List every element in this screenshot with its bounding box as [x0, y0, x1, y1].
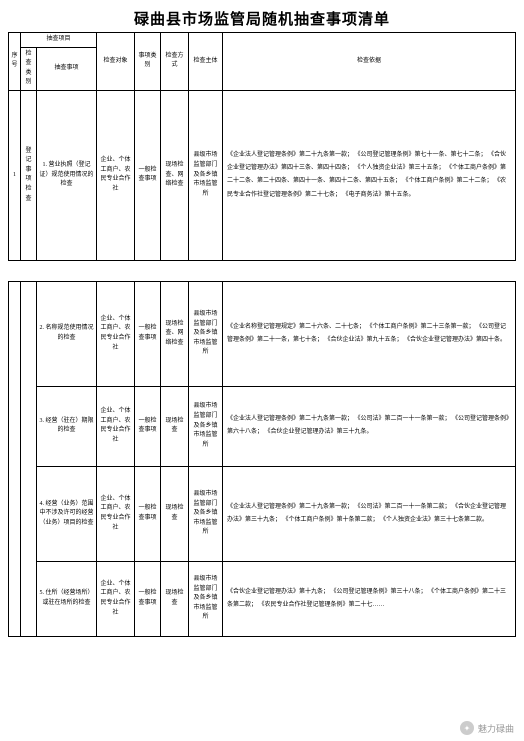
table-row: 2. 名称规范使用情况的检查 企业、个体工商户、农民专业合作社 一般检查事项 现…	[9, 281, 516, 386]
cell-type: 一般检查事项	[135, 466, 161, 561]
cell-type: 一般检查事项	[135, 561, 161, 636]
cell-item: 3. 经营（驻在）期限的检查	[37, 386, 97, 466]
cell-type: 一般检查事项	[135, 90, 161, 260]
cell-method: 现场检查	[161, 466, 189, 561]
header-type: 事项类别	[135, 33, 161, 91]
header-object: 检查对象	[97, 33, 135, 91]
cell-subject: 县级市场监管部门及各乡镇市场监管所	[189, 466, 223, 561]
cell-subject: 县级市场监管部门及各乡镇市场监管所	[189, 386, 223, 466]
cell-method: 现场检查、网络检查	[161, 281, 189, 386]
cell-method: 现场检查	[161, 561, 189, 636]
footer-text: 魅力碌曲	[478, 722, 514, 735]
table-row: 4. 经营（业务）范围中不涉及许可的经营（业务）项目的检查 企业、个体工商户、农…	[9, 466, 516, 561]
cell-basis: 《企业名称登记管理规定》第二十六条、二十七条； 《个体工商户条例》第二十三条第一…	[223, 281, 516, 386]
cell-object: 企业、个体工商户、农民专业合作社	[97, 561, 135, 636]
cell-basis: 《合伙企业登记管理办法》第十九条； 《公司登记管理条例》第三十八条； 《个体工商…	[223, 561, 516, 636]
footer-source: ✦ 魅力碌曲	[460, 721, 514, 735]
header-category: 检 查 类 别	[21, 47, 37, 90]
cell-subject: 县级市场监管部门及各乡镇市场监管所	[189, 281, 223, 386]
cell-subject: 县级市场监管部门及各乡镇市场监管所	[189, 561, 223, 636]
cell-basis: 《企业法人登记管理条例》第二十九条第一款； 《公司法》第二百一十一条第一款； 《…	[223, 386, 516, 466]
wechat-icon: ✦	[460, 721, 474, 735]
inspection-table-2: 2. 名称规范使用情况的检查 企业、个体工商户、农民专业合作社 一般检查事项 现…	[8, 281, 516, 637]
page-gap	[8, 261, 516, 281]
header-seq: 序号	[9, 33, 21, 91]
cell-seq	[9, 281, 21, 636]
document-body: 序号 抽查项目 检查对象 事项类别 检查方式 检查主体 检查依据 检 查 类 别…	[0, 32, 524, 637]
cell-method: 现场检查	[161, 386, 189, 466]
cell-object: 企业、个体工商户、农民专业合作社	[97, 90, 135, 260]
cell-item: 1. 营业执照（登记证）规范使用情况的检查	[37, 90, 97, 260]
cell-object: 企业、个体工商户、农民专业合作社	[97, 386, 135, 466]
cell-basis: 《企业法人登记管理条例》第二十九条第一款； 《公司法》第二百一十一条第二款； 《…	[223, 466, 516, 561]
cell-basis: 《企业法人登记管理条例》第二十九条第一款； 《公司登记管理条例》第七十一条、第七…	[223, 90, 516, 260]
table-row: 1 登记事项检查 1. 营业执照（登记证）规范使用情况的检查 企业、个体工商户、…	[9, 90, 516, 260]
table-row: 3. 经营（驻在）期限的检查 企业、个体工商户、农民专业合作社 一般检查事项 现…	[9, 386, 516, 466]
header-project-group: 抽查项目	[21, 33, 97, 48]
cell-category: 登记事项检查	[21, 90, 37, 260]
cell-object: 企业、个体工商户、农民专业合作社	[97, 466, 135, 561]
table-row: 5. 住所（经营场所）或驻在场所的检查 企业、个体工商户、农民专业合作社 一般检…	[9, 561, 516, 636]
cell-seq: 1	[9, 90, 21, 260]
header-basis: 检查依据	[223, 33, 516, 91]
cell-item: 2. 名称规范使用情况的检查	[37, 281, 97, 386]
cell-type: 一般检查事项	[135, 281, 161, 386]
page-title: 碌曲县市场监管局随机抽查事项清单	[0, 0, 524, 32]
inspection-table-1: 序号 抽查项目 检查对象 事项类别 检查方式 检查主体 检查依据 检 查 类 别…	[8, 32, 516, 261]
cell-item: 5. 住所（经营场所）或驻在场所的检查	[37, 561, 97, 636]
cell-category	[21, 281, 37, 636]
cell-object: 企业、个体工商户、农民专业合作社	[97, 281, 135, 386]
header-method: 检查方式	[161, 33, 189, 91]
cell-method: 现场检查、网络检查	[161, 90, 189, 260]
cell-item: 4. 经营（业务）范围中不涉及许可的经营（业务）项目的检查	[37, 466, 97, 561]
cell-subject: 县级市场监管部门及各乡镇市场监管所	[189, 90, 223, 260]
cell-type: 一般检查事项	[135, 386, 161, 466]
header-subject: 检查主体	[189, 33, 223, 91]
header-item: 抽查事项	[37, 47, 97, 90]
